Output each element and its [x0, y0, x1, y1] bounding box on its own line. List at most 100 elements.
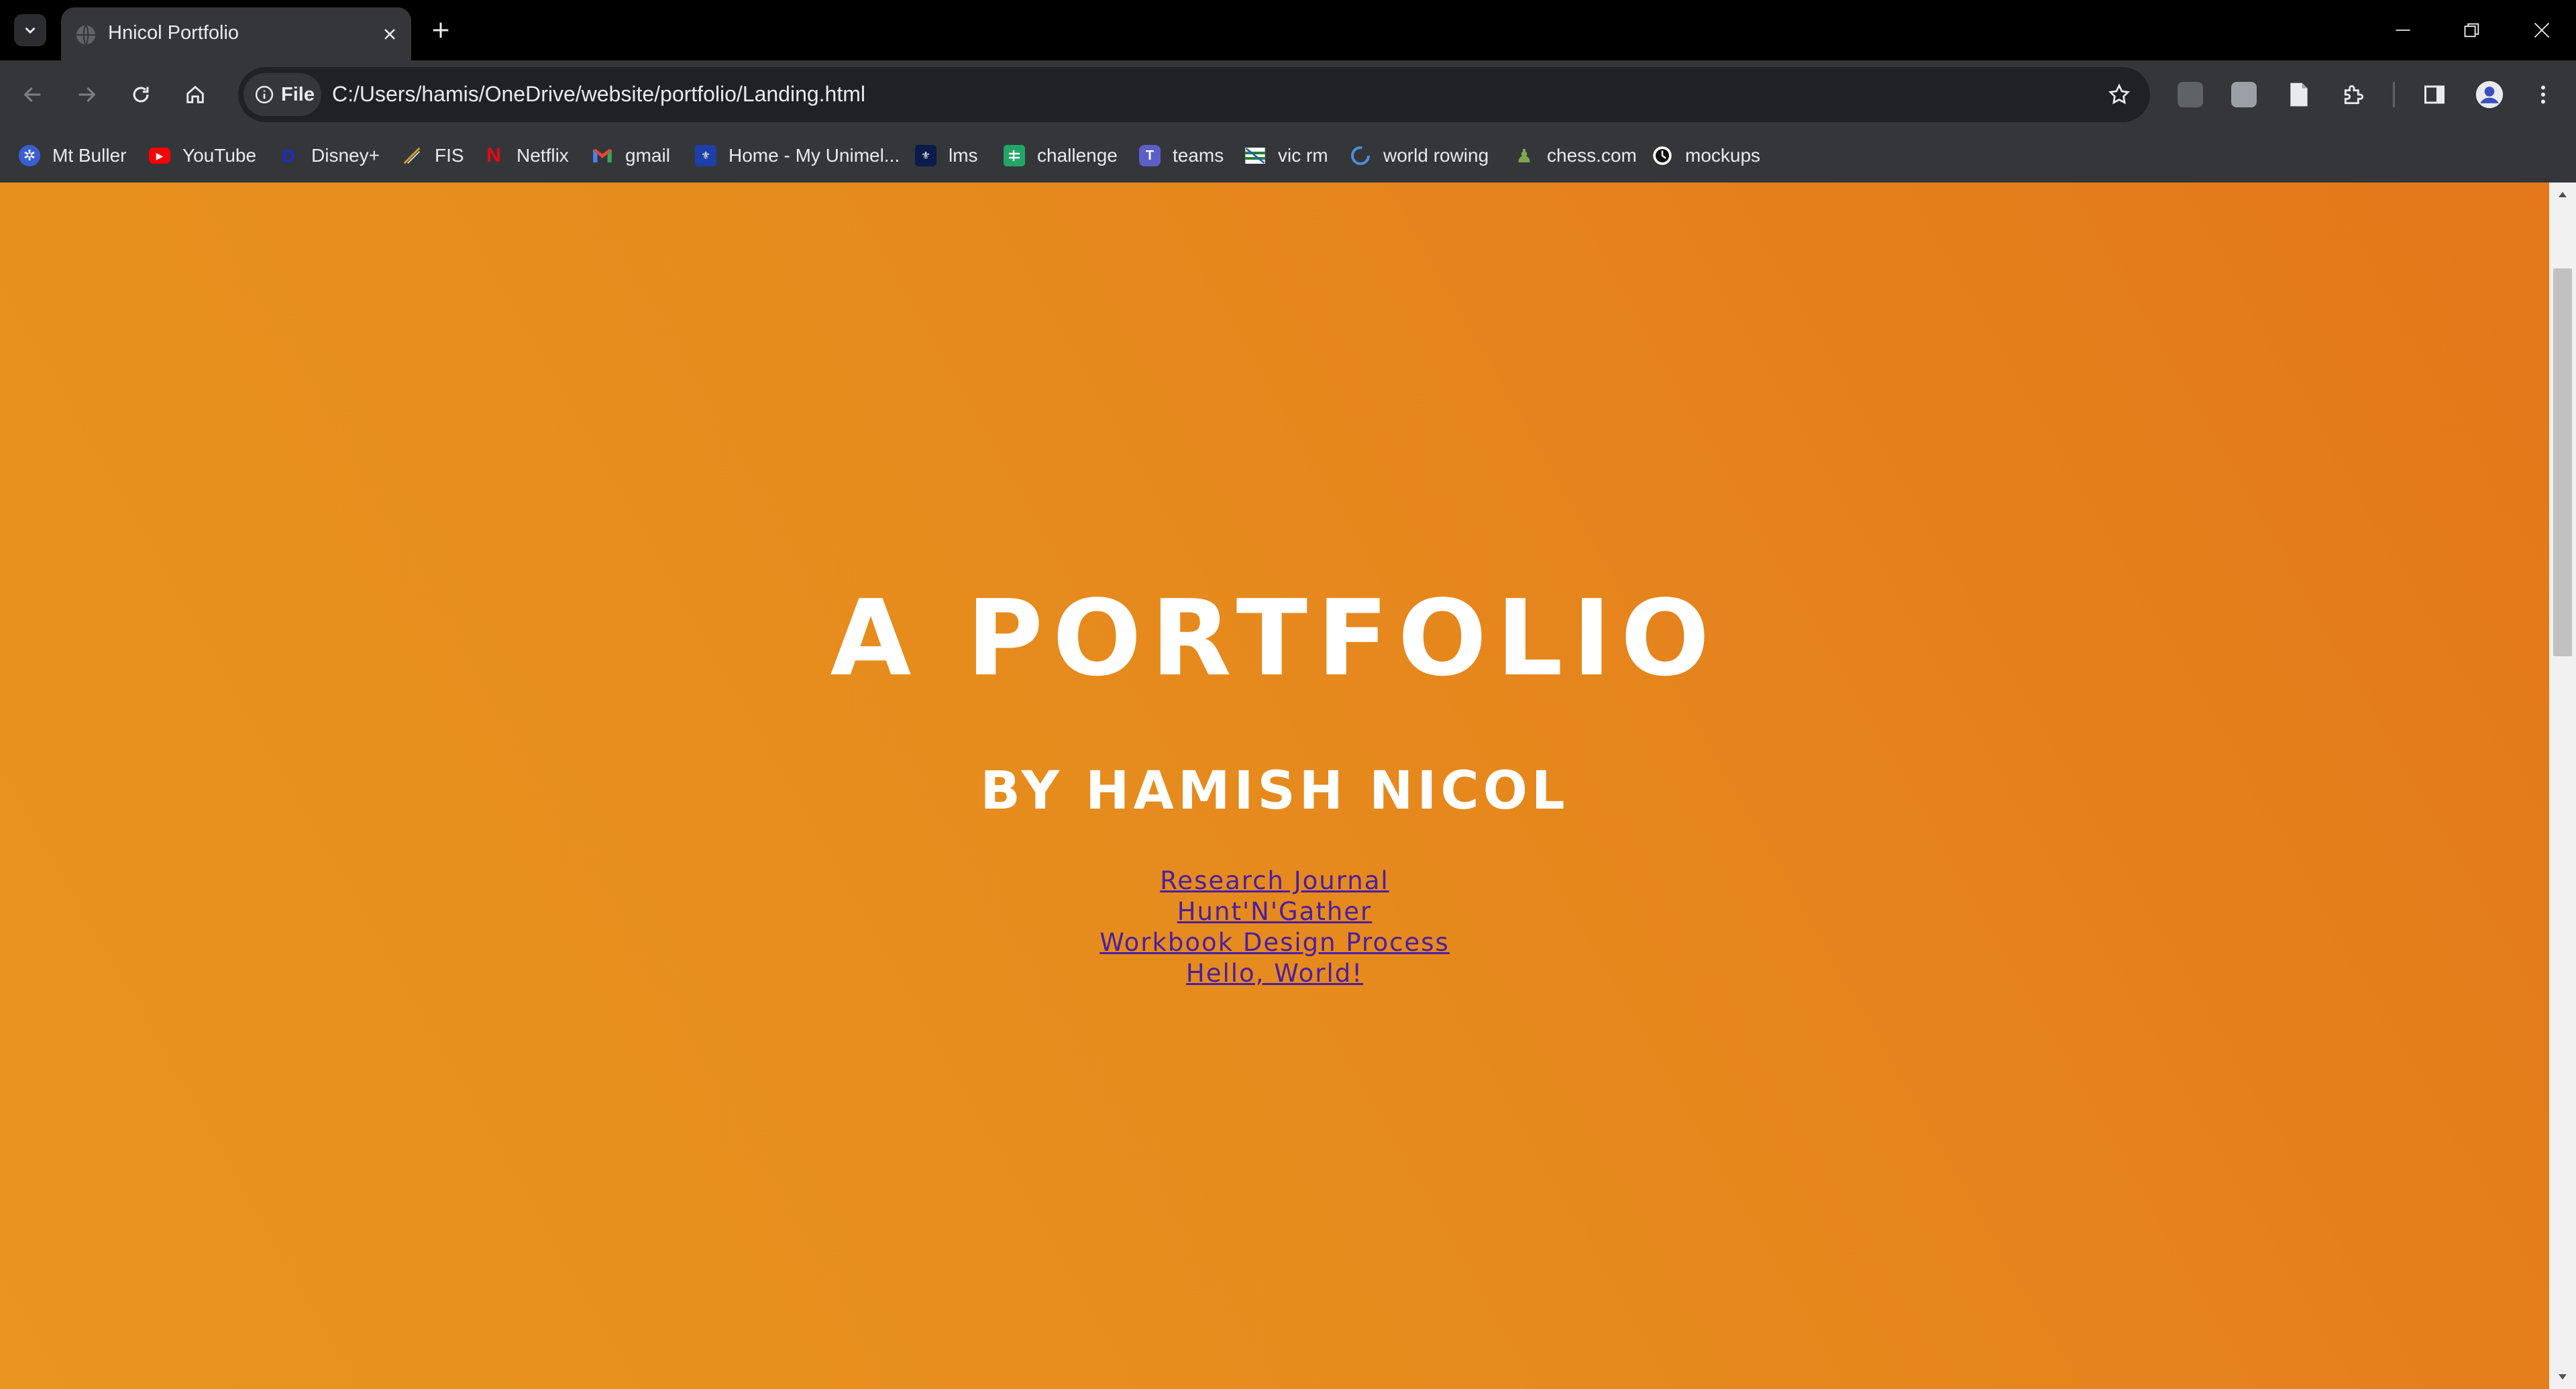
bookmark-label: vic rm — [1278, 145, 1328, 166]
page-viewport: A PORTFOLIO BY HAMISH NICOL Research Jou… — [0, 183, 2549, 1389]
extension-icon — [2231, 82, 2257, 107]
unimelb-icon: ⚜ — [695, 145, 716, 166]
home-button[interactable] — [174, 74, 216, 115]
extensions-button[interactable] — [2337, 78, 2371, 111]
bookmark-label: teams — [1173, 145, 1224, 166]
page-title: A PORTFOLIO — [830, 577, 1719, 699]
profile-button[interactable] — [2473, 78, 2506, 111]
teams-icon: T — [1139, 145, 1161, 166]
link-research-journal[interactable]: Research Journal — [0, 866, 2549, 896]
bookmark-star-button[interactable] — [2104, 80, 2134, 109]
bookmark-youtube[interactable]: ▶ YouTube — [149, 137, 256, 174]
bookmark-netflix[interactable]: N Netflix — [483, 137, 569, 174]
site-info-label: File — [281, 83, 315, 105]
site-info-chip[interactable]: File — [244, 73, 321, 116]
address-bar[interactable]: File C:/Users/hamis/OneDrive/website/por… — [238, 67, 2150, 122]
document-icon — [2290, 83, 2308, 107]
toolbar-divider — [2393, 82, 2395, 107]
close-window-button[interactable] — [2507, 0, 2576, 60]
bookmark-challenge[interactable]: challenge — [1004, 137, 1118, 174]
mt-buller-icon: ✲ — [19, 145, 40, 166]
bookmark-lms[interactable]: ⚜ lms — [915, 137, 978, 174]
arrow-left-icon — [23, 87, 41, 103]
bookmark-label: Disney+ — [311, 145, 380, 166]
forward-button[interactable] — [66, 74, 107, 115]
restore-button[interactable] — [2437, 0, 2506, 60]
fis-icon — [401, 145, 423, 166]
bookmark-teams[interactable]: T teams — [1139, 137, 1224, 174]
active-tab[interactable]: Hnicol Portfolio — [61, 7, 411, 60]
side-panel-icon — [2424, 85, 2445, 104]
minimize-icon — [2396, 30, 2410, 31]
link-hunt-n-gather[interactable]: Hunt'N'Gather — [0, 896, 2549, 927]
tab-close-button[interactable] — [376, 21, 403, 48]
menu-button[interactable] — [2526, 78, 2560, 111]
url-text[interactable]: C:/Users/hamis/OneDrive/website/portfoli… — [332, 82, 865, 107]
extension-2-button[interactable] — [2227, 78, 2261, 111]
star-icon — [2108, 83, 2131, 105]
reload-icon — [133, 87, 149, 103]
tab-strip: Hnicol Portfolio — [0, 0, 2576, 60]
scrollbar-thumb[interactable] — [2553, 268, 2572, 656]
bookmarks-bar: ✲ Mt Buller ▶ YouTube D Disney+ FIS N Ne… — [0, 129, 2576, 183]
bookmark-label: Netflix — [517, 145, 569, 166]
bookmark-vic-rm[interactable]: vic rm — [1244, 137, 1328, 174]
back-button[interactable] — [12, 74, 54, 115]
triangle-up-icon — [2559, 192, 2567, 197]
home-icon — [186, 85, 204, 103]
scroll-up-button[interactable] — [2549, 184, 2576, 205]
arrow-right-icon — [78, 87, 96, 103]
reload-button[interactable] — [120, 74, 162, 115]
bookmark-label: Home - My Unimel... — [729, 145, 900, 166]
bookmark-disney-plus[interactable]: D Disney+ — [278, 137, 380, 174]
bookmark-unimelb[interactable]: ⚜ Home - My Unimel... — [695, 137, 900, 174]
info-icon — [255, 85, 274, 104]
bookmark-gmail[interactable]: gmail — [592, 137, 670, 174]
link-workbook-design-process[interactable]: Workbook Design Process — [0, 927, 2549, 958]
tab-title: Hnicol Portfolio — [108, 22, 239, 44]
plus-icon — [433, 22, 449, 38]
minimize-button[interactable] — [2368, 0, 2437, 60]
bookmark-mt-buller[interactable]: ✲ Mt Buller — [19, 137, 126, 174]
chess-icon: ♟ — [1515, 145, 1533, 166]
triangle-down-icon — [2559, 1374, 2567, 1380]
close-icon — [2534, 22, 2549, 38]
side-panel-button[interactable] — [2418, 78, 2451, 111]
disney-plus-icon: D — [282, 145, 295, 166]
extension-1-button[interactable] — [2174, 78, 2207, 111]
bookmark-world-rowing[interactable]: world rowing — [1350, 137, 1489, 174]
puzzle-icon — [2344, 85, 2364, 105]
bookmark-fis[interactable]: FIS — [401, 137, 464, 174]
restore-icon — [2464, 23, 2479, 38]
page-subtitle: BY HAMISH NICOL — [980, 761, 1569, 821]
bookmark-label: chess.com — [1547, 145, 1637, 166]
scroll-down-button[interactable] — [2549, 1366, 2576, 1388]
bookmark-label: Mt Buller — [52, 145, 127, 166]
bookmark-label: lms — [949, 145, 978, 166]
gmail-icon — [592, 145, 613, 166]
bookmark-label: challenge — [1037, 145, 1118, 166]
bookmark-label: YouTube — [182, 145, 257, 166]
vic-rm-icon — [1244, 145, 1266, 166]
youtube-icon: ▶ — [149, 148, 170, 164]
tab-search-button[interactable] — [14, 14, 46, 46]
new-tab-button[interactable] — [425, 14, 457, 46]
world-rowing-icon — [1350, 145, 1371, 166]
google-sheets-icon — [1004, 145, 1025, 166]
extension-icon — [2178, 82, 2203, 107]
bookmark-label: mockups — [1685, 145, 1761, 166]
lms-icon: ⚜ — [915, 145, 936, 166]
netflix-icon: N — [486, 144, 501, 166]
bookmark-label: world rowing — [1383, 145, 1489, 166]
bookmark-label: FIS — [435, 145, 464, 166]
globe-icon — [76, 25, 96, 45]
link-hello-world[interactable]: Hello, World! — [0, 958, 2549, 989]
portfolio-links: Research Journal Hunt'N'Gather Workbook … — [0, 866, 2549, 989]
bookmark-chess[interactable]: ♟ chess.com — [1513, 137, 1637, 174]
kebab-menu-icon — [2541, 85, 2545, 104]
avatar-icon — [2475, 81, 2504, 109]
vertical-scrollbar[interactable] — [2549, 183, 2576, 1389]
extension-3-button[interactable] — [2282, 78, 2316, 111]
bookmark-mockups[interactable]: mockups — [1652, 137, 1760, 174]
toolbar: File C:/Users/hamis/OneDrive/website/por… — [0, 60, 2576, 129]
